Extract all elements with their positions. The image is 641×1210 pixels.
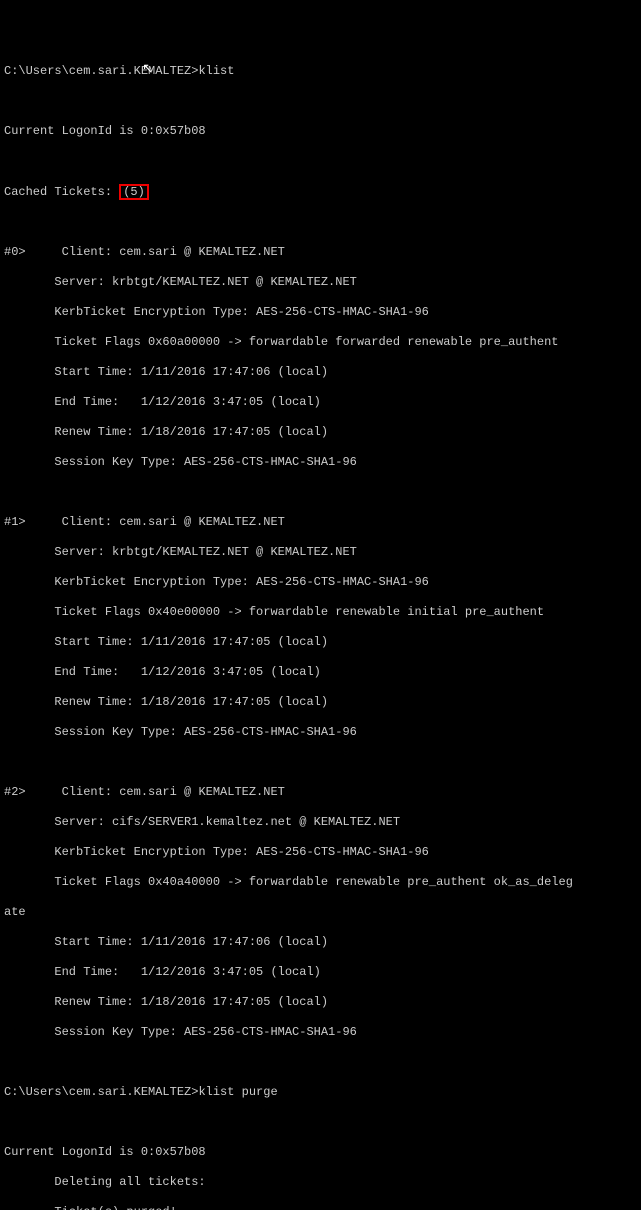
command-text: klist purge — [198, 1085, 277, 1099]
cached-count: (5) — [123, 185, 145, 199]
ticket-2-end: End Time: 1/12/2016 3:47:05 (local) — [4, 965, 637, 980]
command-text: klist — [198, 64, 234, 78]
ticket-2-start: Start Time: 1/11/2016 17:47:06 (local) — [4, 935, 637, 950]
blank-line — [4, 94, 637, 109]
ticket-2-session: Session Key Type: AES-256-CTS-HMAC-SHA1-… — [4, 1025, 637, 1040]
ticket-client: Client: cem.sari @ KEMALTEZ.NET — [26, 515, 285, 529]
logon-id-line: Current LogonId is 0:0x57b08 — [4, 1145, 637, 1160]
ticket-1-session: Session Key Type: AES-256-CTS-HMAC-SHA1-… — [4, 725, 637, 740]
ticket-1-index: #1> Client: cem.sari @ KEMALTEZ.NET — [4, 515, 637, 530]
ticket-0-start: Start Time: 1/11/2016 17:47:06 (local) — [4, 365, 637, 380]
highlight-box-count-5: (5) — [119, 184, 149, 200]
ticket-2-server: Server: cifs/SERVER1.kemaltez.net @ KEMA… — [4, 815, 637, 830]
blank-line — [4, 215, 637, 230]
ticket-index: #0> — [4, 245, 26, 259]
ticket-1-encryption: KerbTicket Encryption Type: AES-256-CTS-… — [4, 575, 637, 590]
ticket-0-index: #0> Client: cem.sari @ KEMALTEZ.NET — [4, 245, 637, 260]
ticket-2-flags-1: Ticket Flags 0x40a40000 -> forwardable r… — [4, 875, 637, 890]
ticket-0-server: Server: krbtgt/KEMALTEZ.NET @ KEMALTEZ.N… — [4, 275, 637, 290]
purged-line: Ticket(s) purged! — [4, 1205, 637, 1210]
cached-tickets-line: Cached Tickets: (5)↖ — [4, 184, 637, 200]
ticket-index: #1> — [4, 515, 26, 529]
prompt-line-1: C:\Users\cem.sari.KEMALTEZ>klist — [4, 64, 637, 79]
cached-tickets-label: Cached Tickets: — [4, 185, 119, 199]
ticket-1-renew: Renew Time: 1/18/2016 17:47:05 (local) — [4, 695, 637, 710]
ticket-1-start: Start Time: 1/11/2016 17:47:05 (local) — [4, 635, 637, 650]
ticket-0-session: Session Key Type: AES-256-CTS-HMAC-SHA1-… — [4, 455, 637, 470]
prompt-line-2: C:\Users\cem.sari.KEMALTEZ>klist purge — [4, 1085, 637, 1100]
ticket-client: Client: cem.sari @ KEMALTEZ.NET — [26, 245, 285, 259]
logon-id-line: Current LogonId is 0:0x57b08 — [4, 124, 637, 139]
blank-line — [4, 755, 637, 770]
blank-line — [4, 1055, 637, 1070]
ticket-2-renew: Renew Time: 1/18/2016 17:47:05 (local) — [4, 995, 637, 1010]
ticket-0-flags: Ticket Flags 0x60a00000 -> forwardable f… — [4, 335, 637, 350]
ticket-1-server: Server: krbtgt/KEMALTEZ.NET @ KEMALTEZ.N… — [4, 545, 637, 560]
ticket-2-encryption: KerbTicket Encryption Type: AES-256-CTS-… — [4, 845, 637, 860]
ticket-0-end: End Time: 1/12/2016 3:47:05 (local) — [4, 395, 637, 410]
ticket-1-end: End Time: 1/12/2016 3:47:05 (local) — [4, 665, 637, 680]
ticket-0-encryption: KerbTicket Encryption Type: AES-256-CTS-… — [4, 305, 637, 320]
blank-line — [4, 1115, 637, 1130]
ticket-0-renew: Renew Time: 1/18/2016 17:47:05 (local) — [4, 425, 637, 440]
blank-line — [4, 154, 637, 169]
ticket-2-flags-2: ate — [4, 905, 637, 920]
ticket-2-index: #2> Client: cem.sari @ KEMALTEZ.NET — [4, 785, 637, 800]
prompt-path: C:\Users\cem.sari.KEMALTEZ> — [4, 64, 198, 78]
ticket-1-flags: Ticket Flags 0x40e00000 -> forwardable r… — [4, 605, 637, 620]
blank-line — [4, 485, 637, 500]
deleting-tickets-line: Deleting all tickets: — [4, 1175, 637, 1190]
prompt-path: C:\Users\cem.sari.KEMALTEZ> — [4, 1085, 198, 1099]
ticket-client: Client: cem.sari @ KEMALTEZ.NET — [26, 785, 285, 799]
ticket-index: #2> — [4, 785, 26, 799]
